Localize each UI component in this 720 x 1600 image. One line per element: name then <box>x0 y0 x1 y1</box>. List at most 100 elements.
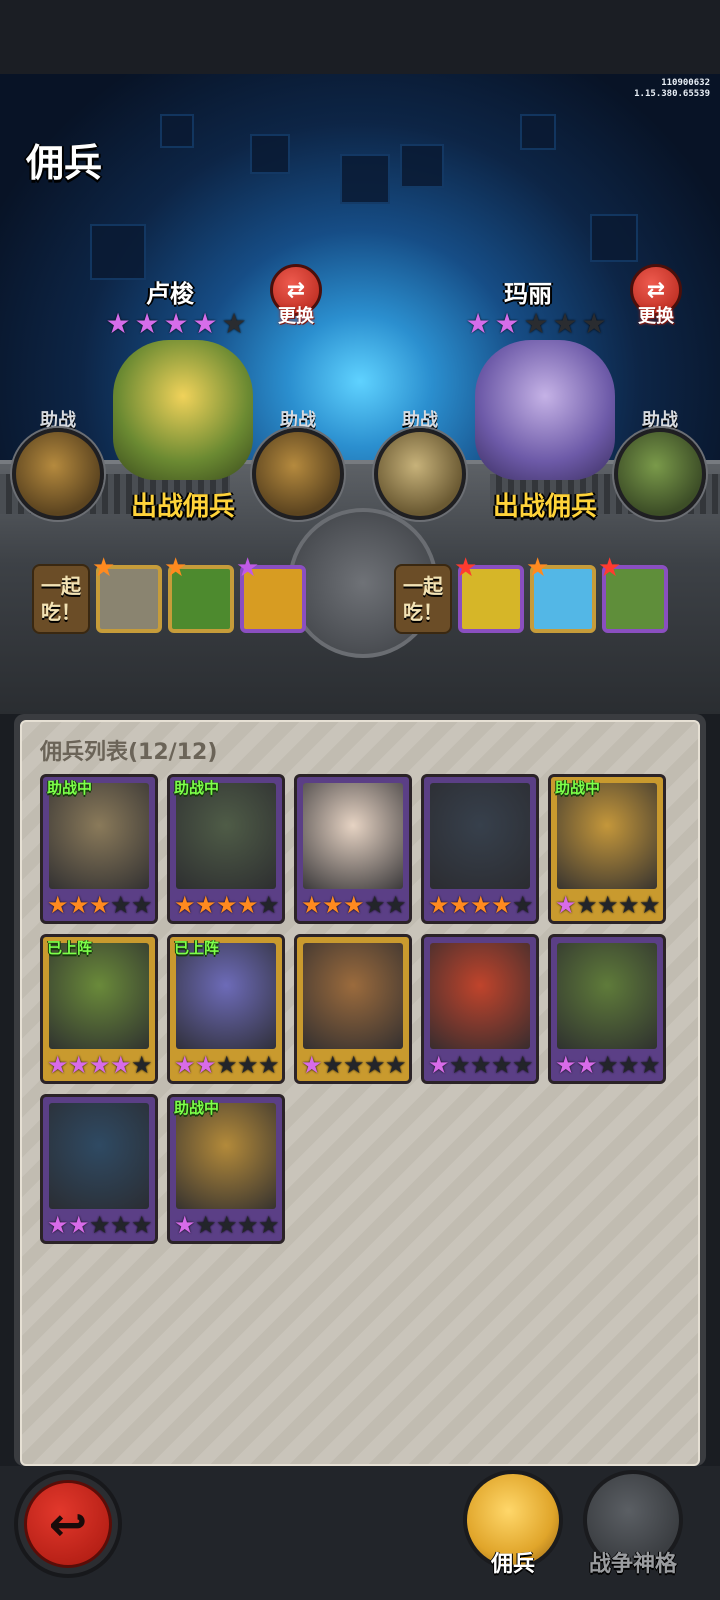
mercenary-list-inner: 佣兵列表(12/12) 助战中 ★ ★ ★ ★ ★ 助战中 ★ ★ ★ ★ ★ ★ ★ ★ ★ ★ ★ ★ ★ ★ ★ 助战… <box>20 720 700 1466</box>
helper-avatar <box>374 428 466 520</box>
mercenary-portrait <box>176 943 276 1049</box>
star-icon: ★ <box>491 891 513 919</box>
mercenary-card[interactable]: 已上阵 ★ ★ ★ ★ ★ <box>167 934 285 1084</box>
star-icon: ★ <box>47 1211 69 1239</box>
star-icon: ★ <box>236 553 260 583</box>
mercenary-card[interactable]: ★ ★ ★ ★ ★ <box>548 934 666 1084</box>
tab-label: 佣兵 <box>490 1552 535 1577</box>
card-stars: ★ ★ ★ ★ ★ <box>174 1211 280 1239</box>
tab-mercenary[interactable]: 佣兵 <box>458 1470 568 1580</box>
list-title: 佣兵列表(12/12) <box>40 740 218 765</box>
version-line-1: 110900632 <box>661 78 710 88</box>
card-stars: ★ ★ ★ ★ ★ <box>555 1051 661 1079</box>
version-text: 110900632 1.15.380.65539 <box>634 78 710 100</box>
card-stars: ★ ★ ★ ★ ★ <box>428 891 534 919</box>
hero-stars-right: ★ ★ ★ ★ ★ <box>464 310 608 338</box>
star-icon: ★ <box>89 1211 111 1239</box>
mercenary-card[interactable]: ★ ★ ★ ★ ★ <box>421 934 539 1084</box>
star-icon: ★ <box>237 1051 259 1079</box>
mercenary-card[interactable]: 助战中 ★ ★ ★ ★ ★ <box>167 1094 285 1244</box>
helper-slot-left-1[interactable]: 助战 <box>10 406 106 520</box>
star-icon: ★ <box>576 1051 598 1079</box>
star-icon: ★ <box>428 1051 450 1079</box>
star-icon: ★ <box>552 307 578 340</box>
food-item[interactable]: ★ <box>598 555 668 633</box>
page-title: 佣兵 <box>26 141 103 185</box>
card-stars: ★ ★ ★ ★ ★ <box>174 891 280 919</box>
star-icon: ★ <box>163 307 189 340</box>
mercenary-card[interactable]: ★ ★ ★ ★ ★ <box>294 774 412 924</box>
star-icon: ★ <box>385 1051 407 1079</box>
mercenary-card[interactable]: 已上阵 ★ ★ ★ ★ ★ <box>40 934 158 1084</box>
star-icon: ★ <box>555 891 577 919</box>
mercenary-card[interactable]: 助战中 ★ ★ ★ ★ ★ <box>548 774 666 924</box>
main-hero-right[interactable]: 出战佣兵 <box>460 340 630 522</box>
swap-label: 更换 <box>278 306 314 327</box>
star-icon: ★ <box>512 1051 534 1079</box>
star-icon: ★ <box>385 891 407 919</box>
star-icon: ★ <box>454 553 478 583</box>
food-item[interactable]: ★ <box>92 555 162 633</box>
food-item[interactable]: ★ <box>236 555 306 633</box>
star-icon: ★ <box>364 891 386 919</box>
star-icon: ★ <box>131 891 153 919</box>
card-stars: ★ ★ ★ ★ ★ <box>47 1211 153 1239</box>
star-icon: ★ <box>221 307 247 340</box>
swap-label: 更换 <box>638 306 674 327</box>
star-icon: ★ <box>216 891 238 919</box>
bg-cube <box>250 134 290 174</box>
swap-button-right[interactable]: ⇄ 更换 <box>626 264 686 328</box>
star-icon: ★ <box>195 1051 217 1079</box>
mercenary-card[interactable]: 助战中 ★ ★ ★ ★ ★ <box>167 774 285 924</box>
mercenary-card[interactable]: ★ ★ ★ ★ ★ <box>421 774 539 924</box>
card-stars: ★ ★ ★ ★ ★ <box>301 891 407 919</box>
star-icon: ★ <box>131 1211 153 1239</box>
mercenary-portrait <box>557 783 657 889</box>
bg-cube <box>590 214 638 262</box>
star-icon: ★ <box>618 1051 640 1079</box>
version-line-2: 1.15.380.65539 <box>634 89 710 99</box>
bg-cube <box>400 144 444 188</box>
helper-slot-right-2[interactable]: 助战 <box>612 406 708 520</box>
helper-avatar <box>614 428 706 520</box>
back-button[interactable]: ↩ <box>14 1470 122 1578</box>
mercenary-card[interactable]: ★ ★ ★ ★ ★ <box>40 1094 158 1244</box>
star-icon: ★ <box>258 891 280 919</box>
star-icon: ★ <box>639 1051 661 1079</box>
helper-slot-right-1[interactable]: 助战 <box>372 406 468 520</box>
star-icon: ★ <box>465 307 491 340</box>
food-item[interactable]: ★ <box>454 555 524 633</box>
bg-cube <box>340 154 390 204</box>
star-icon: ★ <box>92 553 116 583</box>
status-bar <box>0 0 720 74</box>
mercenary-list-panel: 佣兵列表(12/12) 助战中 ★ ★ ★ ★ ★ 助战中 ★ ★ ★ ★ ★ ★ ★ ★ ★ ★ ★ ★ ★ ★ ★ 助战… <box>14 714 706 1466</box>
eat-together-right: 一起吃！ ★ ★ ★ <box>394 555 668 642</box>
food-item[interactable]: ★ <box>526 555 596 633</box>
helper-slot-left-2[interactable]: 助战 <box>250 406 346 520</box>
star-icon: ★ <box>110 1051 132 1079</box>
mercenary-card[interactable]: 助战中 ★ ★ ★ ★ ★ <box>40 774 158 924</box>
card-stars: ★ ★ ★ ★ ★ <box>301 1051 407 1079</box>
star-icon: ★ <box>89 891 111 919</box>
mercenary-portrait <box>49 783 149 889</box>
swap-button-left[interactable]: ⇄ 更换 <box>266 264 326 328</box>
tab-war-deity[interactable]: 战争神格 <box>578 1470 688 1580</box>
star-icon: ★ <box>597 1051 619 1079</box>
hero-portrait <box>113 340 253 480</box>
mercenary-portrait <box>303 943 403 1049</box>
bg-cube <box>90 224 146 280</box>
star-icon: ★ <box>195 1211 217 1239</box>
star-icon: ★ <box>470 891 492 919</box>
eat-together-left: 一起吃！ ★ ★ ★ <box>32 555 306 642</box>
card-stars: ★ ★ ★ ★ ★ <box>47 891 153 919</box>
status-tag: 助战中 <box>174 1099 220 1117</box>
star-icon: ★ <box>68 1211 90 1239</box>
mercenary-portrait <box>430 783 530 889</box>
star-icon: ★ <box>174 1211 196 1239</box>
main-hero-left[interactable]: 出战佣兵 <box>98 340 268 522</box>
status-tag: 助战中 <box>555 779 601 797</box>
mercenary-card[interactable]: ★ ★ ★ ★ ★ <box>294 934 412 1084</box>
food-item[interactable]: ★ <box>164 555 234 633</box>
star-icon: ★ <box>449 1051 471 1079</box>
mercenary-portrait <box>303 783 403 889</box>
